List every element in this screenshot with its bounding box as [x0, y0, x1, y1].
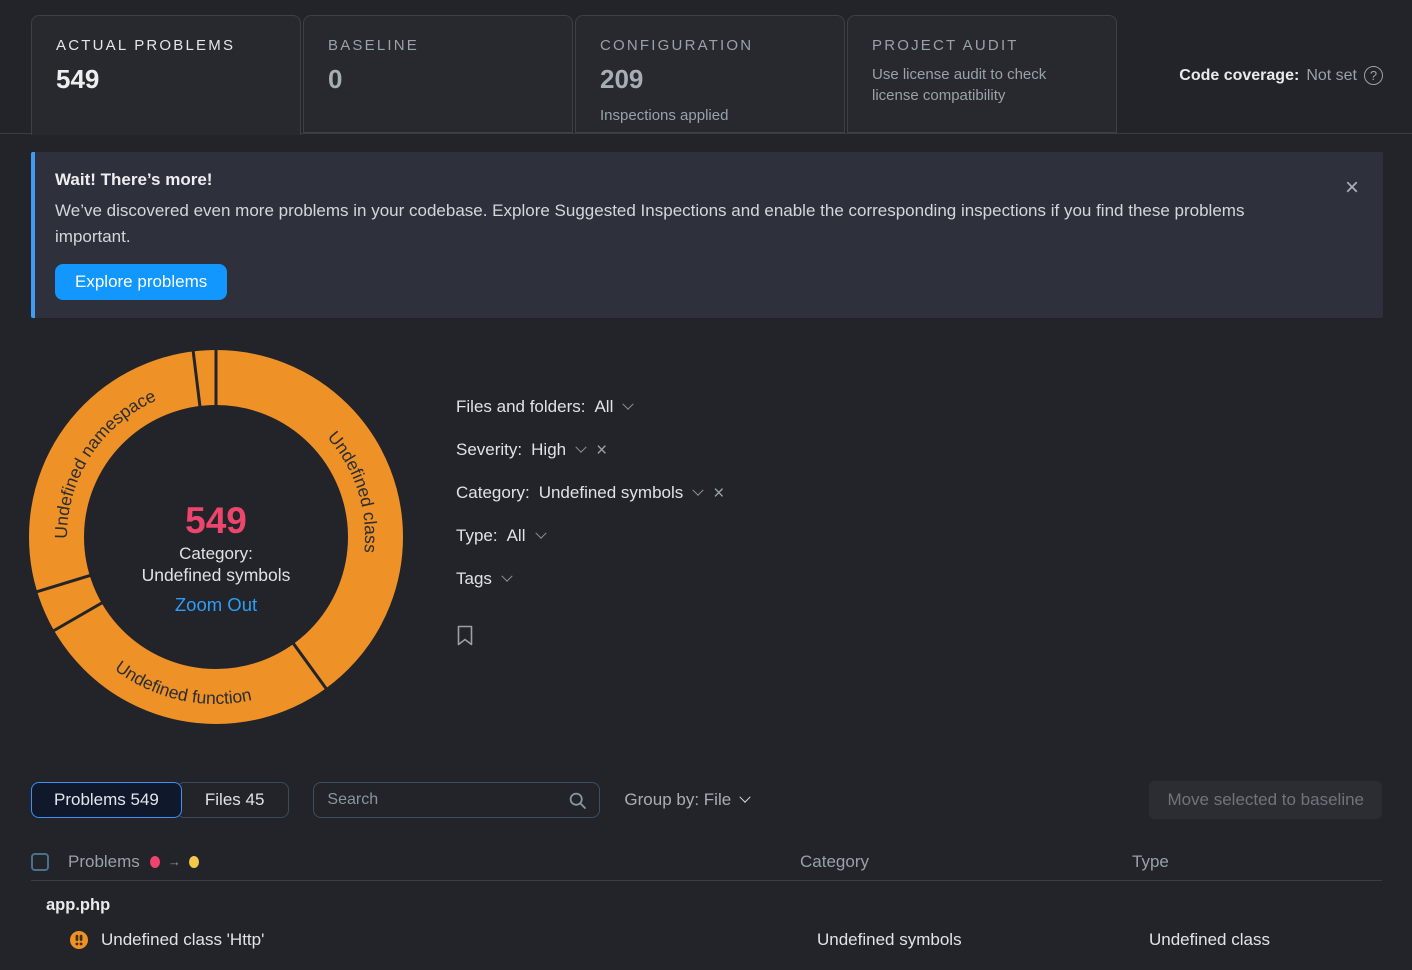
results-toolbar: Problems 549 Files 45 Group by: File Mov… — [31, 781, 1382, 819]
tab-title: CONFIGURATION — [600, 37, 754, 54]
filter-label: Type: — [456, 526, 498, 545]
banner-body: We’ve discovered even more problems in y… — [55, 201, 1245, 246]
severity-high-icon — [70, 931, 88, 949]
filter-label: Category: — [456, 483, 530, 502]
code-coverage-label: Code coverage: — [1179, 66, 1300, 84]
problems-table: Problems → Category Type app.php Undefin… — [31, 843, 1382, 963]
select-all-checkbox[interactable] — [31, 852, 49, 871]
filters-panel: Files and folders: All Severity: High × … — [456, 397, 724, 646]
chevron-down-icon[interactable] — [692, 484, 704, 496]
problem-category: Undefined symbols — [817, 930, 962, 949]
filter-value: All — [506, 526, 526, 545]
column-category: Category — [800, 851, 869, 871]
tab-files[interactable]: Files 45 — [175, 782, 290, 818]
group-by-label: Group by: File — [624, 790, 732, 809]
tab-baseline[interactable]: BASELINE 0 — [303, 15, 573, 133]
column-type: Type — [1132, 851, 1169, 871]
search-field — [313, 782, 601, 818]
column-problems: Problems — [68, 851, 140, 871]
clear-filter-icon[interactable]: × — [713, 484, 724, 503]
tab-value: 209 — [600, 64, 644, 94]
suggestion-banner: Wait! There’s more! We’ve discovered eve… — [31, 152, 1383, 318]
tab-title: BASELINE — [328, 37, 419, 54]
table-row[interactable]: Undefined class 'Http' Undefined symbols… — [31, 917, 1382, 963]
code-coverage: Code coverage: Not set ? — [1179, 66, 1383, 85]
tab-actual-problems[interactable]: ACTUAL PROBLEMS 549 — [31, 15, 301, 135]
chevron-down-icon[interactable] — [622, 398, 635, 410]
chevron-down-icon[interactable] — [501, 570, 513, 582]
tab-configuration[interactable]: CONFIGURATION 209 Inspections applied — [575, 15, 845, 133]
table-header: Problems → Category Type — [31, 843, 1382, 881]
filter-files-and-folders[interactable]: Files and folders: All — [456, 397, 724, 417]
search-input[interactable] — [314, 783, 600, 817]
arrow-right-icon: → — [167, 854, 181, 869]
group-by-select[interactable]: Group by: File — [624, 790, 751, 810]
zoom-out-link[interactable]: Zoom Out — [175, 594, 257, 615]
tab-problems[interactable]: Problems 549 — [31, 782, 182, 818]
tab-title: ACTUAL PROBLEMS — [56, 37, 236, 54]
filter-value: All — [594, 397, 614, 416]
tab-description: Use license audit to check license compa… — [872, 66, 1047, 104]
filter-type[interactable]: Type: All — [456, 526, 724, 546]
donut-chart-svg[interactable]: Undefined namespace Undefined class Unde… — [28, 346, 404, 725]
bookmark-icon[interactable] — [456, 625, 474, 646]
filter-category[interactable]: Category: Undefined symbols × — [456, 483, 724, 503]
filter-value: High — [531, 440, 567, 459]
filter-label: Tags — [456, 569, 492, 588]
severity-from-dot — [149, 855, 160, 868]
tab-value: 0 — [328, 64, 343, 94]
filter-label: Files and folders: — [456, 397, 586, 416]
chevron-down-icon[interactable] — [739, 791, 751, 803]
tab-title: PROJECT AUDIT — [872, 37, 1019, 54]
chevron-down-icon[interactable] — [575, 441, 587, 453]
code-coverage-value: Not set — [1306, 66, 1357, 84]
problem-type: Undefined class — [1149, 930, 1270, 949]
filter-tags[interactable]: Tags — [456, 569, 724, 589]
clear-filter-icon[interactable]: × — [596, 441, 607, 460]
tab-value: 549 — [56, 64, 100, 94]
move-selected-to-baseline-button[interactable]: Move selected to baseline — [1149, 781, 1382, 819]
filter-label: Severity: — [456, 440, 523, 459]
help-icon[interactable]: ? — [1364, 66, 1383, 85]
filter-value: Undefined symbols — [538, 483, 684, 502]
explore-problems-button[interactable]: Explore problems — [55, 264, 228, 300]
donut-center-total: 549 — [185, 500, 247, 541]
problems-donut-chart: Undefined namespace Undefined class Unde… — [28, 346, 404, 725]
donut-center-label-2: Undefined symbols — [142, 565, 291, 585]
search-icon[interactable] — [568, 791, 588, 811]
problem-text: Undefined class 'Http' — [101, 930, 265, 949]
banner-title: Wait! There’s more! — [55, 170, 213, 189]
close-icon[interactable]: × — [1345, 176, 1359, 200]
summary-tabs: ACTUAL PROBLEMS 549 BASELINE 0 CONFIGURA… — [31, 15, 1119, 135]
severity-to-dot — [188, 855, 199, 868]
tab-project-audit[interactable]: PROJECT AUDIT Use license audit to check… — [847, 15, 1117, 133]
filter-severity[interactable]: Severity: High × — [456, 440, 724, 460]
chevron-down-icon[interactable] — [534, 527, 547, 539]
donut-center-label-1: Category: — [179, 544, 253, 563]
tab-description: Inspections applied — [600, 107, 729, 124]
file-group-row[interactable]: app.php — [31, 881, 1382, 915]
